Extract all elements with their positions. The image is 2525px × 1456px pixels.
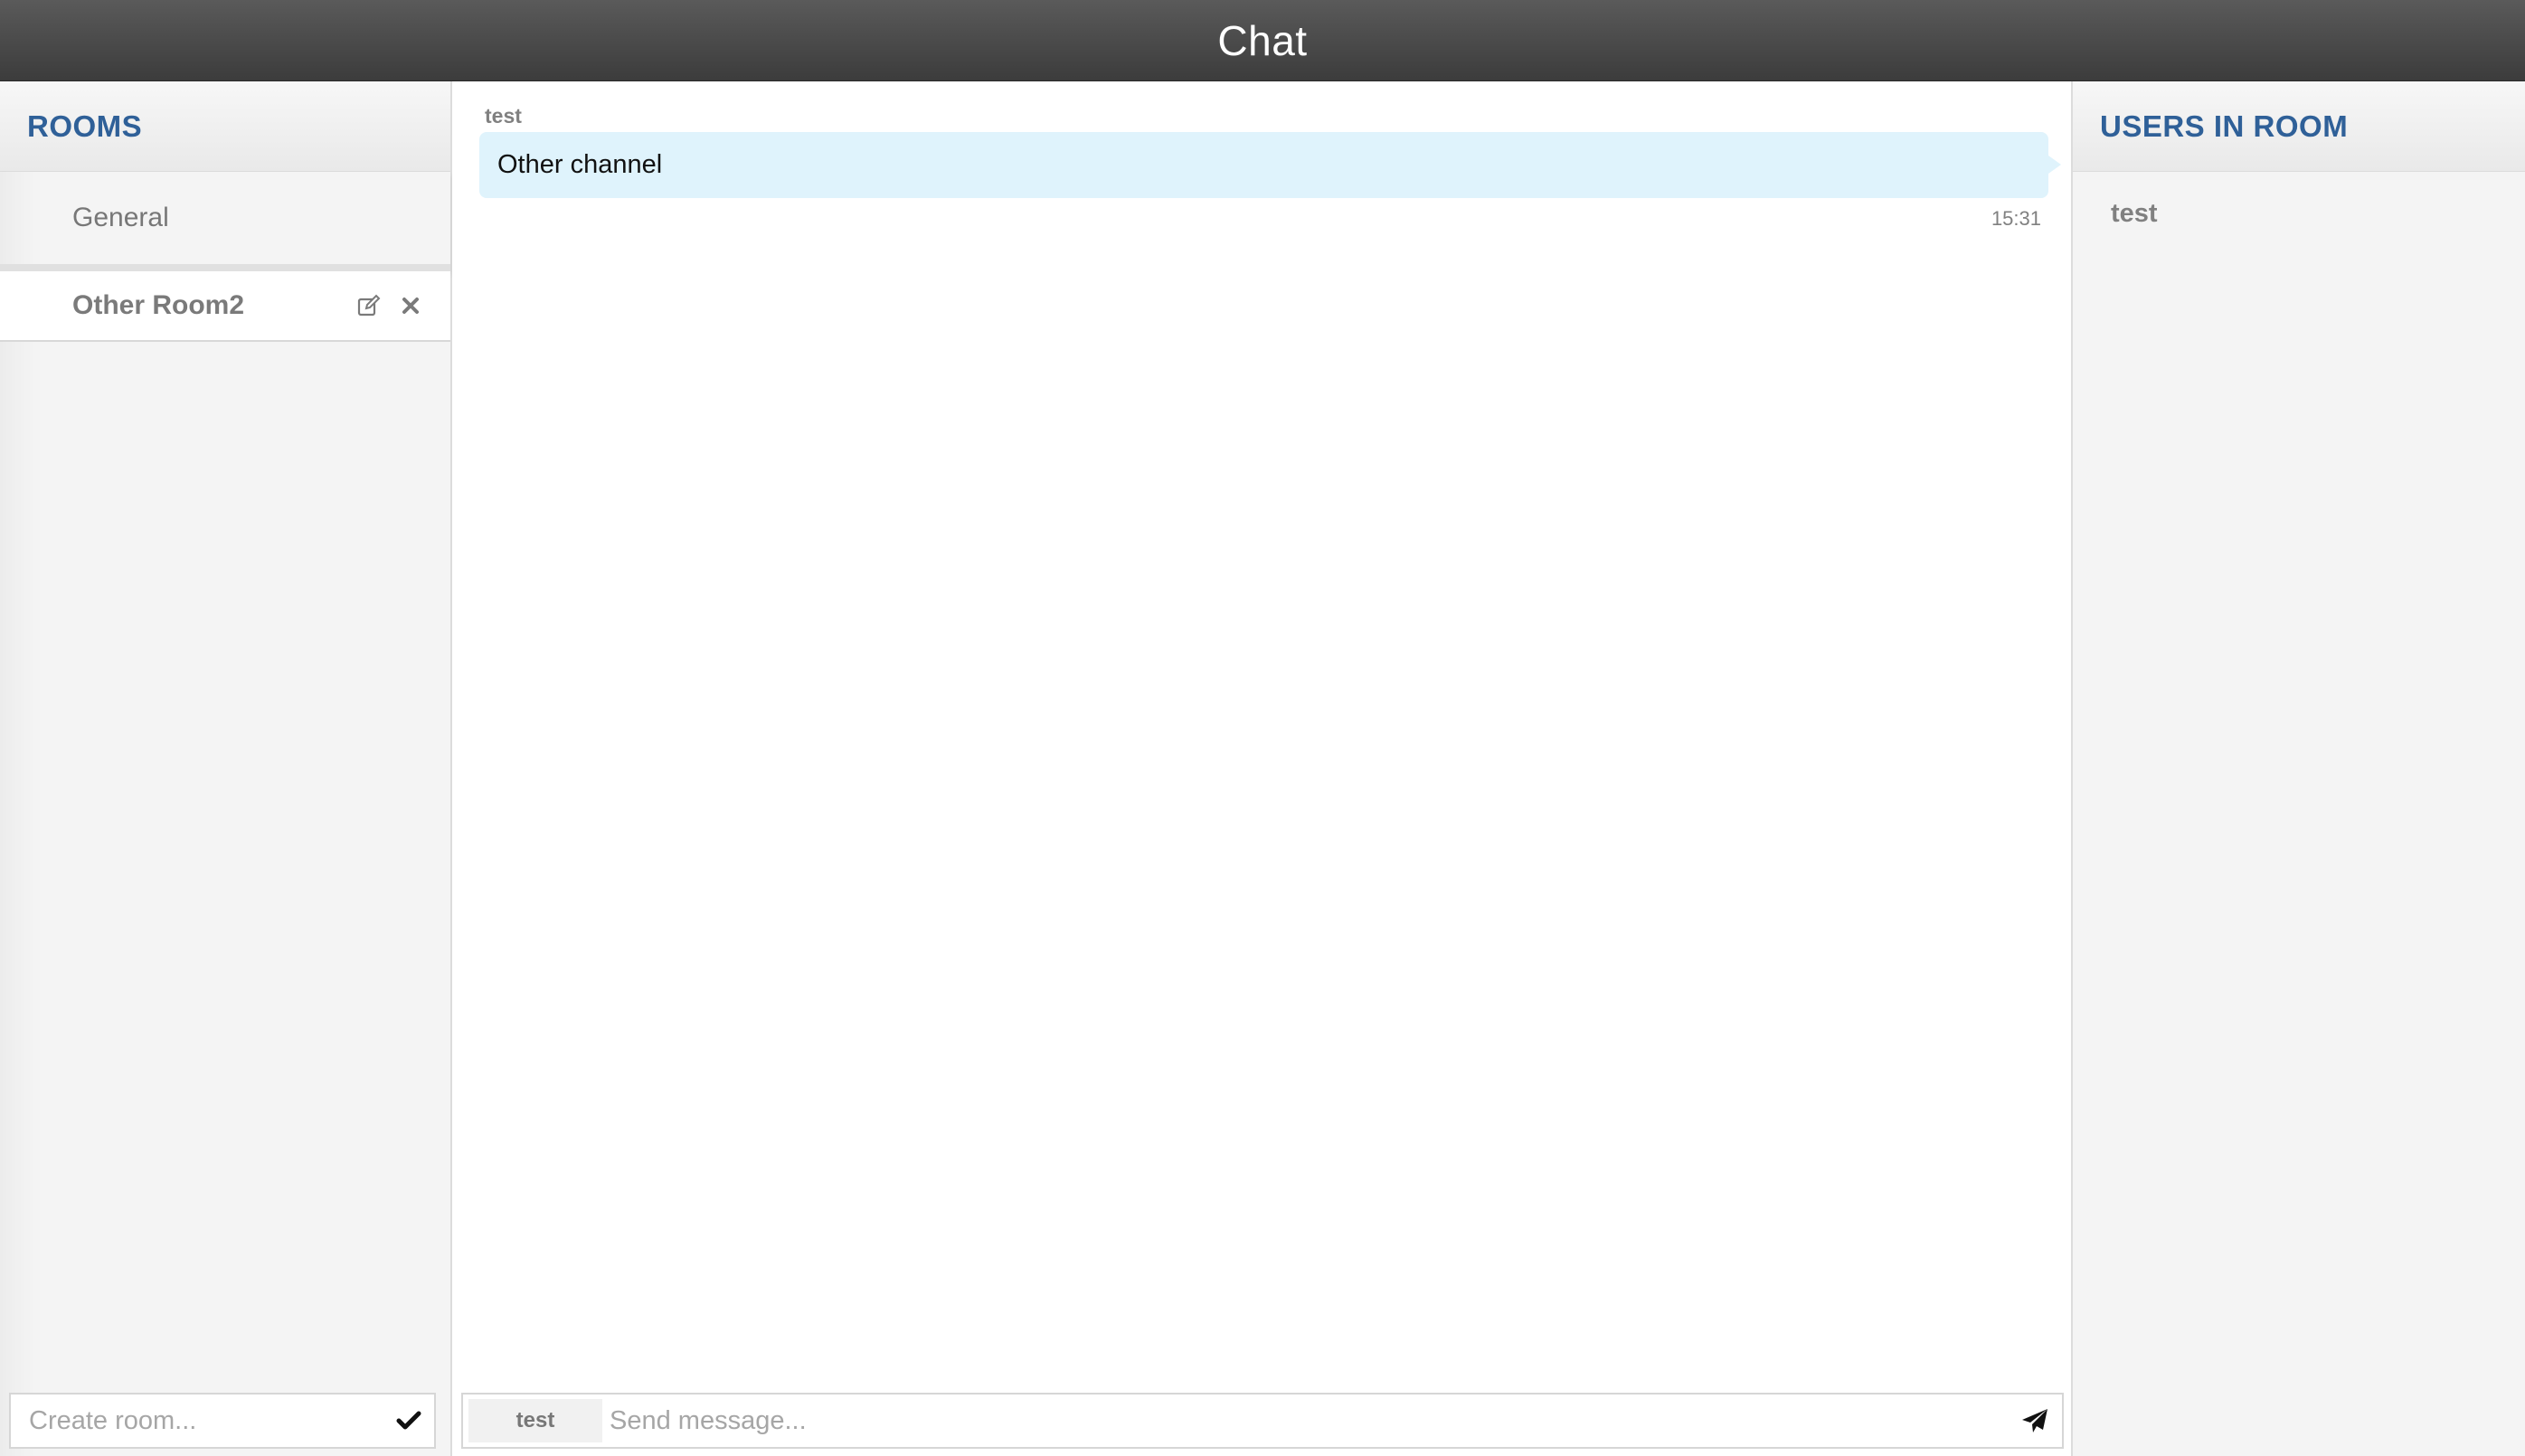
message-composer: test [461, 1393, 2064, 1449]
composer-sender-label: test [468, 1399, 602, 1442]
app-title: Chat [1217, 16, 1308, 64]
room-item-other-room2[interactable]: Other Room2 [0, 271, 450, 342]
room-list: General Other Room2 [0, 172, 450, 342]
edit-icon[interactable] [356, 293, 382, 318]
user-name: test [2111, 198, 2158, 228]
rooms-heading-label: ROOMS [27, 109, 143, 143]
message-author: test [485, 104, 522, 128]
message-item: test Other channel 15:31 [479, 99, 2061, 231]
room-item-label: General [72, 203, 169, 232]
room-actions [356, 293, 423, 318]
send-icon[interactable] [2008, 1395, 2062, 1447]
chat-app: Chat ROOMS General Other Room2 Create ro… [0, 0, 2525, 1456]
users-sidebar: USERS IN ROOM test [2073, 81, 2525, 1456]
create-room-form [9, 1393, 436, 1449]
users-heading-label: USERS IN ROOM [2100, 109, 2349, 143]
create-room-input[interactable] [11, 1395, 383, 1447]
checkmark-icon[interactable] [383, 1395, 434, 1447]
message-input[interactable] [602, 1395, 2008, 1447]
message-text: Other channel [497, 150, 663, 179]
close-icon[interactable] [398, 293, 423, 318]
message-bubble: Other channel [479, 132, 2061, 198]
rooms-sidebar: ROOMS General Other Room2 [0, 81, 452, 1456]
users-heading: USERS IN ROOM [2073, 81, 2525, 172]
message-timestamp: 15:31 [1991, 207, 2041, 230]
room-item-label: Other Room2 [72, 290, 245, 320]
room-item-general[interactable]: General [0, 172, 450, 271]
rooms-heading: ROOMS [0, 81, 450, 172]
app-header: Chat [0, 0, 2525, 81]
message-area: test Other channel 15:31 test [452, 81, 2073, 1456]
user-list-item[interactable]: test [2073, 172, 2525, 255]
